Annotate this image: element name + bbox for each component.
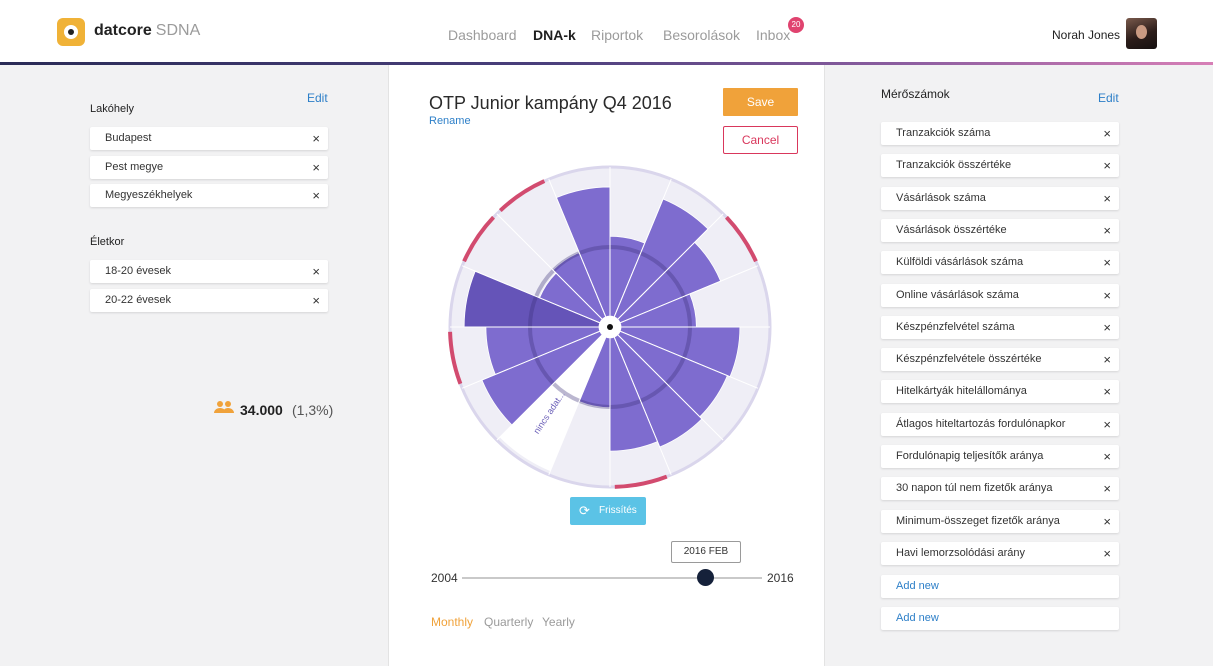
close-icon[interactable]: ×: [1103, 380, 1111, 403]
slider-tooltip: 2016 FEB: [671, 541, 741, 563]
metrics-panel: Mérőszámok Edit Tranzakciók száma × Tranza…: [825, 65, 1213, 666]
range-yearly[interactable]: Yearly: [542, 615, 575, 629]
avatar[interactable]: [1126, 18, 1157, 49]
metric-label: Havi lemorzsolódási arány: [896, 546, 1025, 559]
slider-thumb[interactable]: [696, 569, 714, 586]
metrics-title: Mérőszámok: [881, 87, 950, 101]
metric-item: Hitelkártyák hitelállománya ×: [881, 380, 1119, 404]
refresh-button[interactable]: ⟳ Frissítés: [570, 497, 646, 525]
metric-item: Minimum-összeget fizetők aránya ×: [881, 509, 1119, 533]
metric-label: Külföldi vásárlások száma: [896, 256, 1024, 269]
chip-label: Pest megye: [105, 161, 164, 173]
metric-item: Vásárlások száma ×: [881, 186, 1119, 210]
close-icon[interactable]: ×: [1103, 251, 1111, 274]
age-title: Életkor: [90, 236, 125, 248]
metric-label: Vásárlások összértéke: [896, 223, 1007, 236]
slider-max-label: 2016: [767, 571, 794, 585]
filters-panel: Lakóhely Edit Budapest × Pest megye × Megy…: [0, 65, 388, 666]
top-bar: datcore SDNA Dashboard DNA-k Riportok Bes…: [0, 0, 1213, 62]
filter-chip: Budapest ×: [90, 127, 328, 150]
close-icon[interactable]: ×: [1103, 413, 1111, 436]
metric-label: Minimum-összeget fizetők aránya: [896, 514, 1060, 527]
range-monthly[interactable]: Monthly: [431, 615, 473, 629]
close-icon[interactable]: ×: [1103, 284, 1111, 307]
refresh-icon: ⟳: [579, 503, 590, 518]
refresh-label: Frissítés: [599, 505, 637, 516]
chip-label: 20-22 évesek: [105, 294, 172, 306]
close-icon[interactable]: ×: [1103, 510, 1111, 533]
filters-edit-link[interactable]: Edit: [307, 91, 328, 105]
brand-suffix: SDNA: [155, 22, 201, 39]
cancel-button[interactable]: Cancel: [723, 126, 798, 154]
metric-label: 30 napon túl nem fizetők aránya: [896, 482, 1053, 495]
filter-chip: 18-20 évesek ×: [90, 260, 328, 283]
page-title: OTP Junior kampány Q4 2016: [429, 93, 672, 113]
chip-label: 18-20 évesek: [105, 265, 172, 277]
close-icon[interactable]: ×: [1103, 348, 1111, 371]
radial-chart: nincs adat...: [448, 165, 772, 489]
close-icon[interactable]: ×: [1103, 187, 1111, 210]
metric-item: Online vásárlások száma ×: [881, 283, 1119, 307]
close-icon[interactable]: ×: [1103, 445, 1111, 468]
chip-label: Megyeszékhelyek: [105, 189, 193, 201]
nav-reports[interactable]: Riportok: [591, 27, 643, 43]
residence-title: Lakóhely: [90, 103, 135, 115]
close-icon[interactable]: ×: [1103, 542, 1111, 565]
metric-item: Vásárlások összértéke ×: [881, 218, 1119, 242]
metric-item: Külföldi vásárlások száma ×: [881, 251, 1119, 275]
metrics-edit-link[interactable]: Edit: [1098, 91, 1119, 105]
close-icon[interactable]: ×: [1103, 219, 1111, 242]
metric-item: Tranzakciók összértéke ×: [881, 154, 1119, 178]
metric-item: Fordulónapig teljesítők aránya ×: [881, 445, 1119, 468]
inbox-badge: 20: [788, 17, 804, 33]
close-icon[interactable]: ×: [1103, 477, 1111, 500]
nav-inbox[interactable]: Inbox: [756, 27, 790, 43]
metric-item: 30 napon túl nem fizetők aránya ×: [881, 477, 1119, 501]
metric-label: Készpénzfelvétel száma: [896, 320, 1015, 333]
add-new-link[interactable]: Add new: [881, 607, 1119, 630]
metric-item: Készpénzfelvétele összértéke ×: [881, 348, 1119, 372]
datcore-logo[interactable]: [57, 18, 85, 46]
filter-chip: 20-22 évesek ×: [90, 289, 328, 312]
audience-percent: (1,3%): [292, 402, 334, 418]
metric-item: Havi lemorzsolódási arány ×: [881, 541, 1119, 565]
dna-editor-panel: OTP Junior kampány Q4 2016 Rename Save C…: [388, 65, 825, 666]
audience-count: 34.000: [240, 402, 283, 418]
rename-link[interactable]: Rename: [429, 115, 471, 127]
metric-label: Tranzakciók összértéke: [896, 159, 1012, 172]
nav-classifications[interactable]: Besorolások: [663, 27, 740, 43]
close-icon[interactable]: ×: [1103, 154, 1111, 177]
metric-item: Készpénzfelvétel száma ×: [881, 315, 1119, 339]
range-quarterly[interactable]: Quarterly: [484, 615, 533, 629]
add-new-link[interactable]: Add new: [881, 575, 1119, 598]
metric-item: Tranzakciók száma ×: [881, 122, 1119, 145]
metric-label: Online vásárlások száma: [896, 288, 1019, 301]
metric-label: Hitelkártyák hitelállománya: [896, 385, 1027, 398]
nav-dashboard[interactable]: Dashboard: [448, 27, 517, 43]
metric-label: Tranzakciók száma: [896, 127, 991, 139]
metric-item: Átlagos hiteltartozás fordulónapkor ×: [881, 412, 1119, 436]
people-icon: [214, 401, 234, 413]
chart-center-dot: [607, 324, 613, 330]
nav-dna[interactable]: DNA-k: [533, 27, 576, 43]
close-icon[interactable]: ×: [312, 260, 320, 283]
brand-name: datcore SDNA: [94, 22, 201, 39]
filter-chip: Megyeszékhelyek ×: [90, 184, 328, 207]
metric-label: Fordulónapig teljesítők aránya: [896, 450, 1044, 462]
filter-chip: Pest megye ×: [90, 156, 328, 179]
close-icon[interactable]: ×: [1103, 316, 1111, 339]
metric-label: Átlagos hiteltartozás fordulónapkor: [896, 417, 1066, 430]
close-icon[interactable]: ×: [312, 289, 320, 312]
save-button[interactable]: Save: [723, 88, 798, 116]
close-icon[interactable]: ×: [312, 184, 320, 207]
metric-label: Vásárlások száma: [896, 191, 986, 204]
slider-min-label: 2004: [431, 571, 458, 585]
timeline-slider[interactable]: [462, 577, 762, 579]
chip-label: Budapest: [105, 132, 152, 144]
close-icon[interactable]: ×: [312, 127, 320, 150]
close-icon[interactable]: ×: [1103, 122, 1111, 145]
close-icon[interactable]: ×: [312, 156, 320, 179]
user-name[interactable]: Norah Jones: [1052, 28, 1120, 42]
metric-label: Készpénzfelvétele összértéke: [896, 353, 1042, 366]
